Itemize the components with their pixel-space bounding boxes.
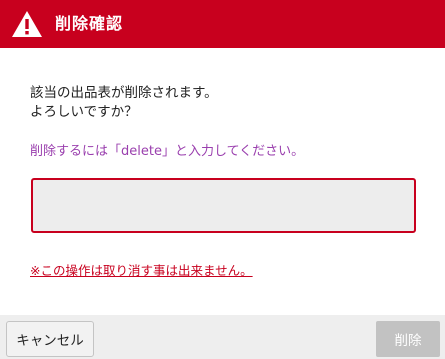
delete-button[interactable]: 削除: [376, 321, 440, 357]
irreversible-warning: ※この操作は取り消す事は出来ません。: [30, 263, 253, 278]
message-line-2: よろしいですか？: [30, 104, 138, 120]
delete-confirm-input[interactable]: [31, 178, 416, 233]
delete-confirm-dialog: 削除確認 該当の出品表が削除されます。 よろしいですか？ 削除するには「dele…: [0, 0, 445, 359]
dialog-footer: キャンセル 削除: [0, 315, 445, 359]
dialog-header: 削除確認: [0, 0, 445, 48]
message-line-1: 該当の出品表が削除されます。: [30, 85, 218, 101]
dialog-title: 削除確認: [55, 14, 124, 33]
cancel-button[interactable]: キャンセル: [6, 321, 94, 357]
confirm-message: 該当の出品表が削除されます。 よろしいですか？: [30, 84, 218, 122]
warning-triangle-icon: [12, 11, 42, 37]
delete-instruction: 削除するには「delete」と入力してください。: [30, 144, 305, 159]
